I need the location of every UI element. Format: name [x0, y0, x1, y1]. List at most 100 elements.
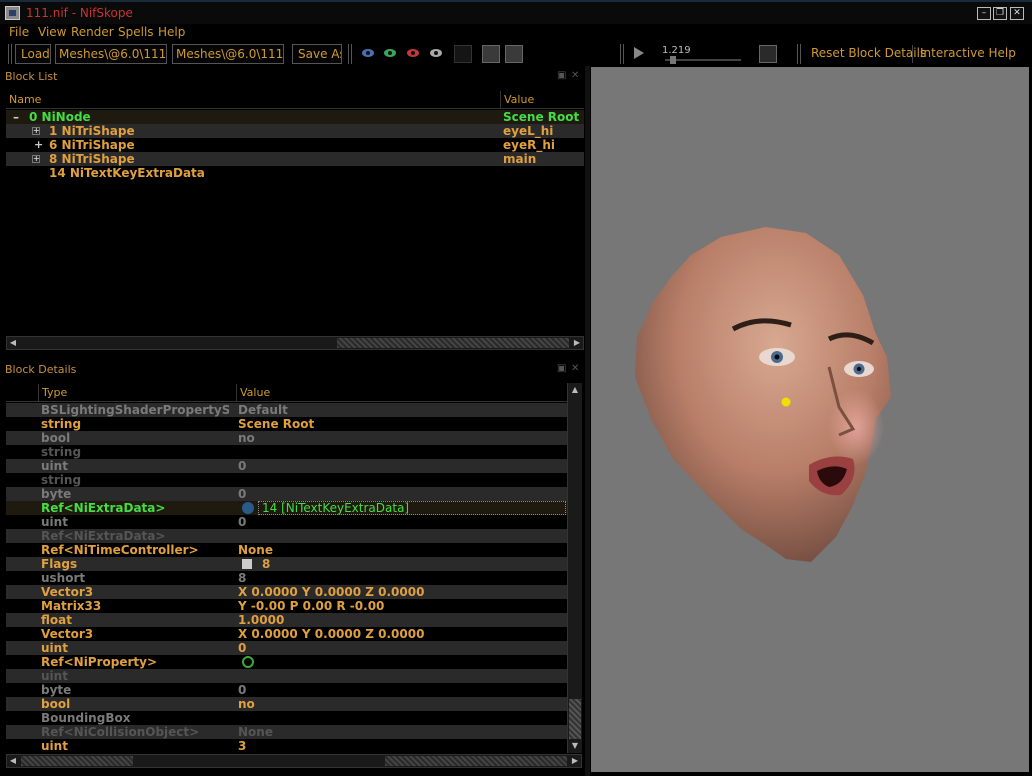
- detail-value: 8: [238, 571, 247, 585]
- detail-row[interactable]: byte 0: [6, 683, 567, 697]
- block-value: Scene Root: [503, 110, 580, 124]
- toggle-icon[interactable]: [482, 45, 500, 63]
- detail-row[interactable]: Vector3 X 0.0000 Y 0.0000 Z 0.0000: [6, 627, 567, 641]
- save-path-field[interactable]: Meshes\@6.0\111.nif: [172, 44, 284, 64]
- type-column-header[interactable]: Type: [38, 384, 236, 402]
- interactive-help-button[interactable]: Interactive Help: [920, 46, 1016, 60]
- scroll-up-icon[interactable]: ▲: [569, 384, 581, 396]
- time-slider[interactable]: [665, 59, 741, 61]
- detail-row[interactable]: Ref<NiCollisionObject> None: [6, 725, 567, 739]
- scroll-thumb[interactable]: [569, 699, 581, 739]
- menu-render[interactable]: Render: [71, 25, 114, 39]
- loop-icon[interactable]: [759, 45, 777, 63]
- reset-block-details-button[interactable]: Reset Block Details: [811, 46, 926, 60]
- panel-splitter[interactable]: [585, 66, 590, 776]
- block-list-row[interactable]: + 1 NiTriShape eyeL_hi: [6, 124, 584, 138]
- detail-row[interactable]: Ref<NiTimeController> None: [6, 543, 567, 557]
- view-side-icon[interactable]: [384, 49, 396, 57]
- ref-edit-box[interactable]: [258, 501, 566, 515]
- toolbar-grip[interactable]: [797, 44, 801, 64]
- scroll-right-icon[interactable]: ▶: [571, 337, 583, 349]
- detail-row[interactable]: string: [6, 445, 567, 459]
- block-list-row[interactable]: + 8 NiTriShape main: [6, 152, 584, 166]
- face-model[interactable]: [591, 67, 1029, 772]
- minimize-icon[interactable]: –: [977, 7, 991, 20]
- title-bar: 111.nif - NifSkope – ❐ ✕: [0, 0, 1032, 24]
- flag-icon[interactable]: [242, 559, 252, 569]
- detail-row[interactable]: BoundingBox: [6, 711, 567, 725]
- detail-row[interactable]: uint 3: [6, 739, 567, 753]
- detail-type: uint: [41, 669, 68, 683]
- scroll-thumb[interactable]: [337, 338, 569, 348]
- play-icon[interactable]: [634, 47, 644, 59]
- collapse-icon[interactable]: –: [13, 110, 19, 124]
- detail-row[interactable]: BSLightingShaderPropertyS... Default: [6, 403, 567, 417]
- detail-row[interactable]: bool no: [6, 431, 567, 445]
- detail-type: Ref<NiExtraData>: [41, 529, 166, 543]
- dock-close-icon[interactable]: ✕: [571, 363, 579, 374]
- time-slider-handle[interactable]: [670, 56, 676, 64]
- name-column-header[interactable]: Name: [6, 91, 500, 109]
- detail-type: Flags: [41, 557, 78, 571]
- expand-icon[interactable]: +: [32, 127, 40, 135]
- detail-row[interactable]: Flags 8: [6, 557, 567, 571]
- block-list-row[interactable]: – 0 NiNode Scene Root: [6, 110, 584, 124]
- detail-row[interactable]: float 1.0000: [6, 613, 567, 627]
- dock-float-icon[interactable]: ▣: [557, 363, 566, 374]
- toolbar-grip[interactable]: [348, 44, 352, 64]
- restore-icon[interactable]: ❐: [993, 7, 1007, 20]
- detail-row[interactable]: uint 0: [6, 515, 567, 529]
- scroll-thumb[interactable]: [21, 756, 133, 766]
- walk-icon[interactable]: [454, 45, 472, 63]
- scroll-right-icon[interactable]: ▶: [569, 755, 581, 767]
- detail-row[interactable]: uint 0: [6, 641, 567, 655]
- detail-type: uint: [41, 641, 68, 655]
- link-icon[interactable]: [242, 502, 254, 514]
- refresh-icon[interactable]: [242, 656, 254, 668]
- block-details-hscroll[interactable]: ◀ ▶: [6, 754, 582, 768]
- detail-row[interactable]: ushort 8: [6, 571, 567, 585]
- menu-view[interactable]: View: [38, 25, 66, 39]
- detail-row[interactable]: Ref<NiProperty>: [6, 655, 567, 669]
- expand-icon[interactable]: +: [34, 138, 43, 152]
- block-list-hscroll[interactable]: ◀ ▶: [6, 336, 584, 350]
- render-viewport[interactable]: [591, 67, 1029, 772]
- menu-spells[interactable]: Spells: [118, 25, 154, 39]
- value-column-header[interactable]: Value: [500, 91, 584, 109]
- toolbar-grip[interactable]: [8, 44, 12, 64]
- view-front-icon[interactable]: [362, 49, 374, 57]
- expand-icon[interactable]: +: [32, 155, 40, 163]
- detail-row[interactable]: Matrix33 Y -0.00 P 0.00 R -0.00: [6, 599, 567, 613]
- load-path-field[interactable]: Meshes\@6.0\111.nif: [55, 44, 167, 64]
- detail-value: no: [238, 697, 255, 711]
- value-column-header[interactable]: Value: [236, 384, 567, 402]
- menu-file[interactable]: File: [9, 25, 29, 39]
- dock-close-icon[interactable]: ✕: [571, 70, 579, 81]
- scroll-track[interactable]: [385, 756, 567, 766]
- detail-row[interactable]: uint: [6, 669, 567, 683]
- block-list-row[interactable]: 14 NiTextKeyExtraData: [6, 166, 584, 180]
- save-as-button[interactable]: Save As: [292, 44, 342, 64]
- dock-float-icon[interactable]: ▣: [557, 70, 566, 81]
- block-details-vscroll[interactable]: ▲ ▼: [567, 383, 582, 753]
- toolbar-grip[interactable]: [620, 44, 624, 64]
- detail-value: Default: [238, 403, 288, 417]
- detail-row[interactable]: string Scene Root: [6, 417, 567, 431]
- scroll-left-icon[interactable]: ◀: [7, 337, 19, 349]
- window-title: 111.nif - NifSkope: [26, 6, 133, 20]
- view-user-icon[interactable]: [430, 49, 442, 57]
- scroll-left-icon[interactable]: ◀: [7, 755, 19, 767]
- view-top-icon[interactable]: [407, 49, 419, 57]
- detail-row[interactable]: Vector3 X 0.0000 Y 0.0000 Z 0.0000: [6, 585, 567, 599]
- close-icon[interactable]: ✕: [1010, 7, 1024, 20]
- scroll-down-icon[interactable]: ▼: [569, 740, 581, 752]
- detail-row[interactable]: Ref<NiExtraData>: [6, 529, 567, 543]
- detail-row[interactable]: bool no: [6, 697, 567, 711]
- detail-row[interactable]: string: [6, 473, 567, 487]
- block-list-row[interactable]: + 6 NiTriShape eyeR_hi: [6, 138, 584, 152]
- detail-row[interactable]: byte 0: [6, 487, 567, 501]
- load-button[interactable]: Load: [15, 44, 51, 64]
- menu-help[interactable]: Help: [158, 25, 185, 39]
- perspective-icon[interactable]: [505, 45, 523, 63]
- detail-row[interactable]: uint 0: [6, 459, 567, 473]
